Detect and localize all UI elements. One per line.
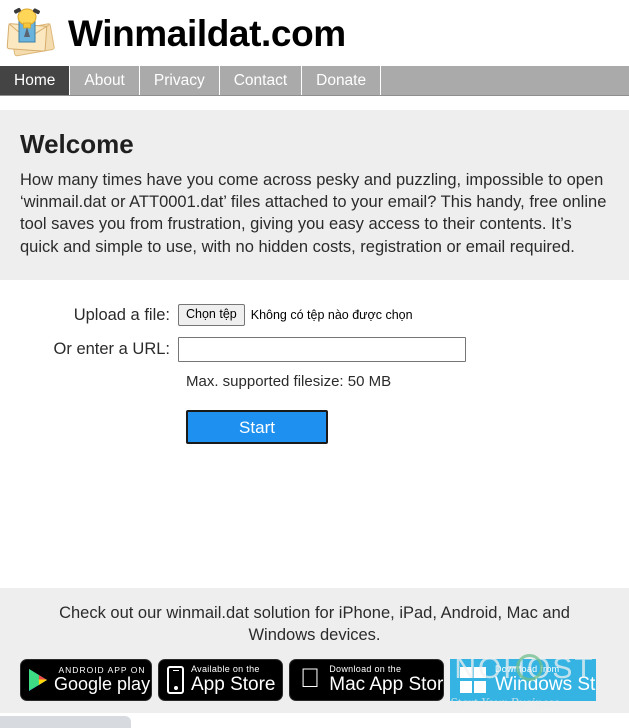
upload-file-row: Upload a file: Chọn tệp Không có tệp nào… <box>0 304 629 327</box>
footer-promo-text: Check out our winmail.dat solution for i… <box>59 604 570 645</box>
nav-item-privacy[interactable]: Privacy <box>140 66 220 95</box>
app-store-badge-big: App Store <box>191 674 276 696</box>
app-badges-row: ANDROID APP ON Google play Available on … <box>16 658 613 701</box>
page-title: Winmaildat.com <box>68 12 346 54</box>
site-header: Winmaildat.com <box>0 0 629 66</box>
url-input[interactable] <box>178 337 466 363</box>
footer-panel: Check out our winmail.dat solution for i… <box>0 588 629 713</box>
windows-store-badge-big: Windows Store <box>495 674 596 696</box>
file-input-control[interactable]: Chọn tệp Không có tệp nào được chọn <box>178 304 413 327</box>
welcome-heading: Welcome <box>20 129 134 159</box>
windows-logo-icon <box>460 666 486 693</box>
nav-item-contact[interactable]: Contact <box>220 66 303 95</box>
google-play-icon <box>27 668 49 692</box>
iphone-icon <box>167 665 184 694</box>
app-store-badge-text: Available on the App Store <box>191 664 276 696</box>
upload-form: Upload a file: Chọn tệp Không có tệp nào… <box>0 280 629 445</box>
start-row: Start <box>186 410 629 445</box>
windows-store-badge-text: Download from Windows Store <box>495 664 596 696</box>
apple-logo-icon:  <box>300 665 320 692</box>
url-label: Or enter a URL: <box>53 340 170 359</box>
google-play-badge-small: ANDROID APP ON <box>58 664 146 675</box>
google-play-badge[interactable]: ANDROID APP ON Google play <box>20 658 152 701</box>
mac-app-store-badge[interactable]:  Download on the Mac App Store <box>289 658 444 701</box>
welcome-body-text: How many times have you come across pesk… <box>20 170 607 256</box>
url-row: Or enter a URL: <box>0 337 629 363</box>
app-store-badge-small: Available on the <box>191 664 260 675</box>
file-selection-status: Không có tệp nào được chọn <box>250 308 413 323</box>
nav-item-donate[interactable]: Donate <box>302 66 382 95</box>
windows-store-badge[interactable]: Download from Windows Store <box>450 658 596 701</box>
windows-store-badge-small: Download from <box>495 664 560 675</box>
filesize-note: Max. supported filesize: 50 MB <box>186 373 392 391</box>
nav-item-home[interactable]: Home <box>0 66 71 95</box>
nav-item-about[interactable]: About <box>70 66 140 95</box>
upload-file-label: Upload a file: <box>73 305 170 324</box>
mac-app-store-badge-big: Mac App Store <box>309 674 443 696</box>
winmail-envelope-icon <box>4 7 58 59</box>
mac-app-store-badge-text: Download on the Mac App Store <box>309 664 443 696</box>
nav-filler <box>381 66 629 95</box>
main-navigation: Home About Privacy Contact Donate <box>0 66 629 96</box>
welcome-panel: Welcome How many times have you come acr… <box>0 110 629 281</box>
choose-file-button[interactable]: Chọn tệp <box>178 304 245 327</box>
mac-app-store-badge-small: Download on the <box>309 664 401 675</box>
download-shelf[interactable] <box>0 716 131 728</box>
google-play-badge-big: Google play <box>54 674 151 695</box>
start-button[interactable]: Start <box>186 410 328 445</box>
google-play-badge-text: ANDROID APP ON Google play <box>54 666 150 694</box>
app-store-badge[interactable]: Available on the App Store <box>158 658 283 701</box>
